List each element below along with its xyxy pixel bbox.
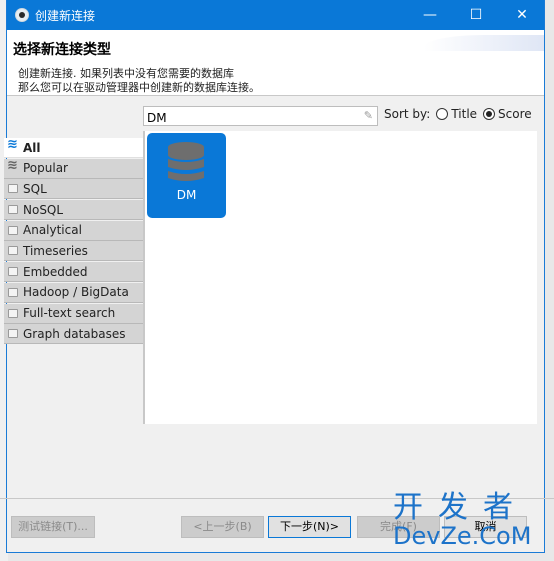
driver-gallery: DM [143, 131, 537, 424]
sort-by-group: Sort by: Title Score [384, 107, 532, 121]
folder-icon [8, 329, 18, 339]
search-input[interactable] [144, 109, 354, 127]
sort-score-label[interactable]: Score [498, 107, 532, 121]
page-description: 创建新连接. 如果列表中没有您需要的数据库 那么您可以在驱动管理器中创建新的数据… [18, 67, 260, 95]
cancel-button[interactable]: 取消 [444, 516, 527, 538]
category-label: Hadoop / BigData [23, 285, 129, 300]
folder-icon [8, 246, 18, 256]
category-label: Embedded [23, 264, 88, 279]
description-line-1: 创建新连接. 如果列表中没有您需要的数据库 [18, 67, 234, 80]
database-icon [7, 137, 18, 152]
driver-tile-dm[interactable]: DM [147, 133, 226, 218]
category-full-text-search[interactable]: Full-text search [4, 303, 143, 324]
folder-icon [8, 184, 18, 194]
category-label: Full-text search [23, 306, 116, 320]
maximize-button[interactable]: ☐ [453, 0, 499, 30]
category-embedded[interactable]: Embedded [4, 262, 143, 283]
database-icon [7, 158, 18, 173]
wizard-header: 选择新连接类型 创建新连接. 如果列表中没有您需要的数据库 那么您可以在驱动管理… [7, 30, 544, 96]
sort-by-label: Sort by: [384, 107, 431, 121]
category-label: Analytical [23, 223, 82, 238]
category-label: Graph databases [23, 326, 126, 341]
sort-title-radio[interactable] [436, 108, 449, 120]
category-label: SQL [23, 181, 47, 196]
next-button[interactable]: 下一步(N)> [268, 516, 351, 538]
sort-title-label[interactable]: Title [451, 107, 477, 121]
search-box: ✎ [143, 106, 378, 127]
sort-score-radio[interactable] [483, 108, 496, 120]
window-title: 创建新连接 [35, 9, 96, 23]
test-connection-button[interactable]: 测试链接(T)... [11, 516, 95, 538]
close-button[interactable]: ✕ [499, 0, 545, 30]
category-label: Timeseries [23, 243, 88, 258]
category-list: All Popular SQL NoSQL Analytical Timeser… [4, 137, 143, 345]
category-hadoop-bigdata[interactable]: Hadoop / BigData [4, 282, 143, 303]
category-timeseries[interactable]: Timeseries [4, 241, 143, 262]
folder-icon [8, 225, 18, 235]
category-sql[interactable]: SQL [4, 179, 143, 200]
category-analytical[interactable]: Analytical [4, 220, 143, 241]
category-label: All [23, 140, 41, 155]
category-graph-databases[interactable]: Graph databases [4, 324, 143, 345]
clear-search-icon[interactable]: ✎ [364, 109, 373, 122]
folder-icon [8, 308, 18, 318]
footer-divider [0, 498, 554, 499]
folder-icon [8, 205, 18, 215]
finish-button[interactable]: 完成(F) [357, 516, 440, 538]
back-button[interactable]: <上一步(B) [181, 516, 264, 538]
app-logo-icon [15, 8, 29, 22]
description-line-2: 那么您可以在驱动管理器中创建新的数据库连接。 [18, 81, 260, 94]
category-popular[interactable]: Popular [4, 158, 143, 179]
title-bar[interactable]: 创建新连接 — ☐ ✕ [7, 0, 544, 30]
folder-icon [8, 267, 18, 277]
category-label: Popular [23, 161, 68, 176]
driver-label: DM [176, 188, 197, 202]
category-label: NoSQL [23, 202, 64, 217]
category-all[interactable]: All [4, 137, 143, 158]
header-decoration [424, 35, 544, 51]
folder-icon [8, 287, 18, 297]
category-nosql[interactable]: NoSQL [4, 200, 143, 221]
database-icon [168, 142, 204, 181]
page-title: 选择新连接类型 [13, 42, 111, 58]
minimize-button[interactable]: — [407, 0, 453, 30]
